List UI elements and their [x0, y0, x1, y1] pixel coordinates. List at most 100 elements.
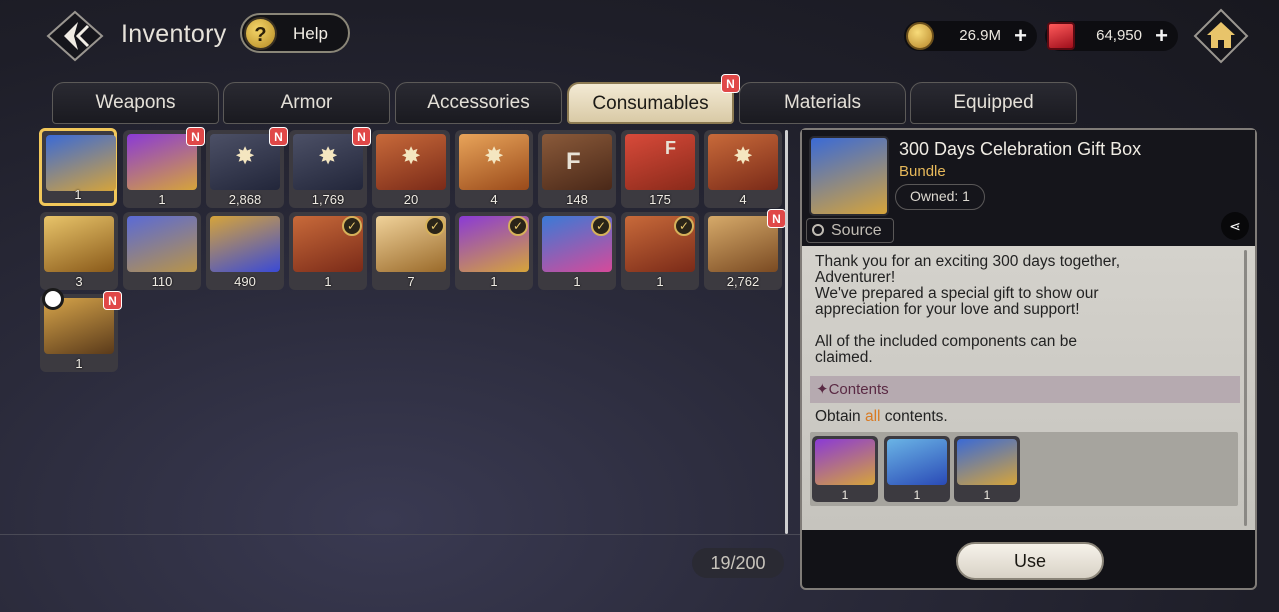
checkmark-icon: ✓ [674, 216, 694, 236]
content-count: 1 [983, 488, 991, 502]
item-slot[interactable]: F 175 [621, 130, 699, 208]
detail-header: 300 Days Celebration Gift Box Bundle Own… [802, 130, 1255, 246]
tab-weapons[interactable]: Weapons [52, 82, 219, 124]
purple-box-check-icon [815, 439, 875, 485]
item-slot[interactable]: ✸ 4 [455, 130, 533, 208]
tab-label: Weapons [95, 92, 176, 113]
detail-body: Thank you for an exciting 300 days toget… [802, 246, 1255, 530]
star-icon: ✸ [317, 143, 339, 170]
tab-armor[interactable]: Armor [223, 82, 390, 124]
item-slot[interactable]: N 1 [40, 288, 122, 372]
f-letter: F [665, 138, 676, 158]
tab-label: Armor [280, 92, 333, 113]
tab-consumables[interactable]: Consumables N [567, 74, 740, 124]
obtain-suffix: contents. [880, 408, 948, 425]
contents-tray: 1 1 1 [810, 432, 1238, 506]
tab-label: Equipped [953, 92, 1034, 113]
item-count: 1 [490, 274, 498, 289]
source-button[interactable]: Source [806, 218, 894, 243]
grid-scrollbar[interactable] [785, 130, 788, 534]
help-button[interactable]: ? Help [240, 13, 350, 53]
gift-box-300-icon [957, 439, 1017, 485]
new-badge: N [767, 209, 786, 228]
star-icon: ✸ [234, 143, 256, 170]
item-count: 2,762 [726, 274, 760, 289]
timer-icon [42, 288, 64, 310]
gift-box-300-icon [46, 135, 116, 191]
content-slot[interactable]: 1 [954, 436, 1020, 502]
item-type: Bundle [899, 163, 946, 180]
item-slot[interactable]: ✸ N 1,769 [289, 127, 371, 208]
divider [0, 534, 800, 535]
item-slot[interactable]: ✓ 1 [289, 212, 367, 290]
search-icon [812, 224, 824, 236]
item-slot[interactable]: 490 [206, 212, 284, 290]
item-slot[interactable]: N 2,762 [704, 209, 786, 290]
help-label: Help [293, 24, 328, 43]
item-slot[interactable]: N 1 [123, 127, 205, 208]
blue-chest-icon [127, 216, 197, 272]
f-card-icon: F [542, 134, 612, 190]
tab-materials[interactable]: Materials [739, 82, 906, 124]
item-detail-panel: 300 Days Celebration Gift Box Bundle Own… [800, 128, 1257, 590]
checkmark-icon: ✓ [508, 216, 528, 236]
home-icon[interactable] [1193, 8, 1249, 64]
item-slot[interactable]: ✓ 1 [538, 212, 616, 290]
item-slot[interactable]: 1 [39, 128, 117, 206]
orange-star-card-icon: ✸ [459, 134, 529, 190]
new-badge: N [103, 291, 122, 310]
item-count: 1 [324, 274, 332, 289]
item-slot[interactable]: ✸ 20 [372, 130, 450, 208]
content-count: 1 [841, 488, 849, 502]
add-gem-button[interactable]: + [1155, 23, 1168, 49]
red-star-card-icon: ✸ [376, 134, 446, 190]
item-count: 4 [739, 192, 747, 207]
item-count: 2,868 [228, 192, 262, 207]
inventory-capacity: 19/200 [692, 548, 784, 578]
tab-label: Materials [783, 92, 862, 113]
use-button[interactable]: Use [956, 542, 1104, 580]
red-star-card-icon: ✸ [708, 134, 778, 190]
gold-chest-icon [44, 216, 114, 272]
item-slot[interactable]: ✸ 4 [704, 130, 782, 208]
item-count: 20 [403, 192, 419, 207]
gem-currency: 64,950 + [1045, 21, 1178, 51]
content-slot[interactable]: 1 [812, 436, 878, 502]
gold-coin-icon [906, 22, 934, 50]
item-slot[interactable]: ✓ 7 [372, 212, 450, 290]
item-slot[interactable]: 3 [40, 212, 118, 290]
checkmark-icon: ✓ [591, 216, 611, 236]
detail-scrollbar[interactable] [1244, 250, 1247, 526]
item-slot[interactable]: 110 [123, 212, 201, 290]
item-slot[interactable]: ✓ 1 [455, 212, 533, 290]
item-slot[interactable]: F 148 [538, 130, 616, 208]
ruby-icon [1047, 22, 1075, 50]
share-icon[interactable]: ⋖ [1221, 212, 1249, 240]
gold-currency: 26.9M + [904, 21, 1037, 51]
add-gold-button[interactable]: + [1014, 23, 1027, 49]
obtain-prefix: Obtain [815, 408, 865, 425]
star-icon: ✸ [732, 143, 754, 170]
gold-amount: 26.9M [959, 27, 1001, 44]
tab-equipped[interactable]: Equipped [910, 82, 1077, 124]
page-title: Inventory [121, 20, 227, 48]
item-slot[interactable]: ✸ N 2,868 [206, 127, 288, 208]
item-slot[interactable]: ✓ 1 [621, 212, 699, 290]
owned-count: Owned: 1 [895, 184, 985, 210]
tab-label: Consumables [592, 93, 709, 114]
obtain-highlight: all [864, 408, 881, 425]
contents-header: ✦Contents [810, 376, 1240, 403]
item-grid: 1 N 1 ✸ N 2,868 ✸ N 1,769 ✸ 20 ✸ 4 F 148… [36, 127, 786, 534]
content-slot[interactable]: 1 [884, 436, 950, 502]
blue-gold-chest-icon [210, 216, 280, 272]
star-icon: ✸ [483, 143, 505, 170]
new-badge: N [269, 127, 288, 146]
new-badge: N [352, 127, 371, 146]
tab-accessories[interactable]: Accessories [395, 82, 562, 124]
gem-amount: 64,950 [1096, 27, 1142, 44]
gift-box-300-icon [809, 136, 889, 216]
content-count: 1 [913, 488, 921, 502]
star-icon: ✸ [400, 143, 422, 170]
back-icon[interactable] [44, 10, 106, 62]
f-letter: F [566, 148, 581, 175]
